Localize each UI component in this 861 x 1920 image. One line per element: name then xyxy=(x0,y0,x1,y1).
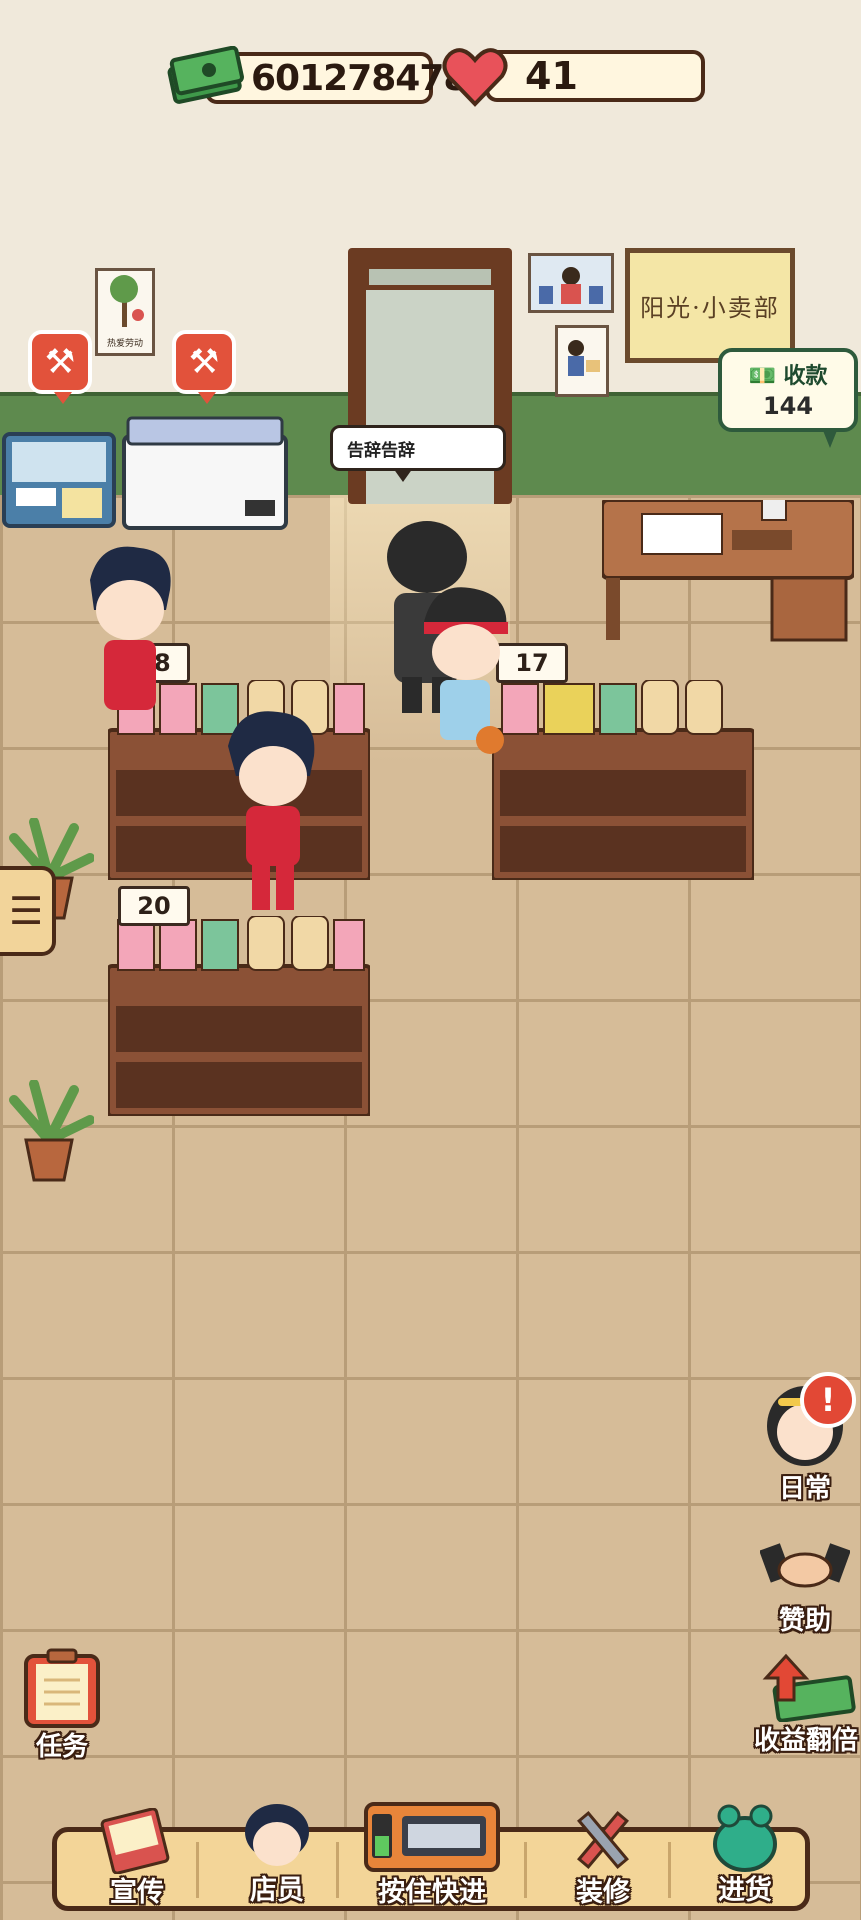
nav-staff-label: 店员 xyxy=(250,1875,304,1906)
nav-renovate-label: 装修 xyxy=(576,1877,630,1908)
drink-cooler[interactable] xyxy=(0,430,118,530)
customer-speech-bubble: 告辞告辞 xyxy=(330,425,506,482)
repair-cooler-button[interactable]: ⚒ xyxy=(28,330,92,404)
cassette-icon xyxy=(364,1802,500,1872)
shelf-stock-count: 20 xyxy=(118,886,190,926)
tree-icon xyxy=(110,275,144,327)
shop-sign: 阳光·小卖部 xyxy=(625,248,795,363)
hammer-wrench-icon: ⚒ xyxy=(44,342,76,382)
nav-renovate-button[interactable]: 装修 xyxy=(548,1804,658,1908)
side-menu-toggle[interactable]: ☰ xyxy=(0,866,56,956)
collect-label: 收款 xyxy=(783,364,828,389)
checkout-counter[interactable] xyxy=(602,500,854,650)
daily-label: 日常 xyxy=(778,1474,831,1504)
list-icon: ☰ xyxy=(8,889,44,933)
daily-alert-badge: ! xyxy=(800,1372,856,1428)
double-income-button[interactable]: 收益翻倍 xyxy=(746,1652,861,1756)
door-window xyxy=(366,266,494,288)
nav-restock-label: 进货 xyxy=(718,1875,772,1906)
sponsor-button[interactable]: 赞助 xyxy=(750,1532,860,1636)
money-value: 601278478 xyxy=(251,57,468,99)
cash-arrow-up-icon xyxy=(762,1653,856,1723)
frog-icon xyxy=(713,1804,777,1872)
customer-basketball xyxy=(424,587,508,754)
customer-boy-left xyxy=(90,546,171,710)
hammer-wrench-icon xyxy=(577,1811,629,1869)
nav-restock-button[interactable]: 进货 xyxy=(690,1800,800,1906)
nav-staff-button[interactable]: 店员 xyxy=(222,1800,332,1906)
sponsor-label: 赞助 xyxy=(778,1606,831,1636)
hearts-counter: 41 xyxy=(485,50,705,102)
handshake-icon xyxy=(759,1543,851,1588)
hearts-value: 41 xyxy=(525,54,578,98)
tasks-button[interactable]: 任务 xyxy=(12,1648,112,1762)
nav-divider xyxy=(196,1842,199,1898)
collect-amount: 144 xyxy=(762,392,814,420)
door-opening xyxy=(366,290,494,504)
heart-icon xyxy=(442,48,508,107)
shelf-snacks-3[interactable] xyxy=(108,916,370,1116)
staff-avatar-icon xyxy=(245,1804,309,1866)
nav-promo-button[interactable]: 宣传 xyxy=(82,1807,192,1908)
potted-plant xyxy=(9,1080,94,1182)
shelf-snacks-2[interactable] xyxy=(492,680,754,880)
labor-poster: 热爱劳动 xyxy=(95,268,155,356)
book-icon xyxy=(100,1807,170,1875)
clipboard-icon xyxy=(24,1648,100,1728)
nav-fast-forward-button[interactable]: 按住快进 xyxy=(362,1800,502,1908)
tasks-label: 任务 xyxy=(35,1732,88,1762)
nav-fast-forward-label: 按住快进 xyxy=(378,1877,486,1908)
ice-cream-freezer[interactable] xyxy=(120,410,290,532)
nav-divider xyxy=(668,1842,671,1898)
nav-divider xyxy=(336,1842,339,1898)
cash-stack-icon xyxy=(167,46,244,104)
cash-icon: 💵 xyxy=(748,364,776,389)
nav-divider xyxy=(524,1842,527,1898)
nav-promo-label: 宣传 xyxy=(110,1877,164,1908)
customer-red-tracksuit xyxy=(228,711,315,910)
repair-freezer-button[interactable]: ⚒ xyxy=(172,330,236,404)
hammer-wrench-icon: ⚒ xyxy=(188,342,220,382)
poster-caption: 热爱劳动 xyxy=(106,339,143,349)
double-income-label: 收益翻倍 xyxy=(753,1726,858,1756)
class-poster xyxy=(528,253,614,313)
study-poster xyxy=(555,325,609,397)
collect-money-button[interactable]: 💵 收款 144 xyxy=(718,348,858,448)
